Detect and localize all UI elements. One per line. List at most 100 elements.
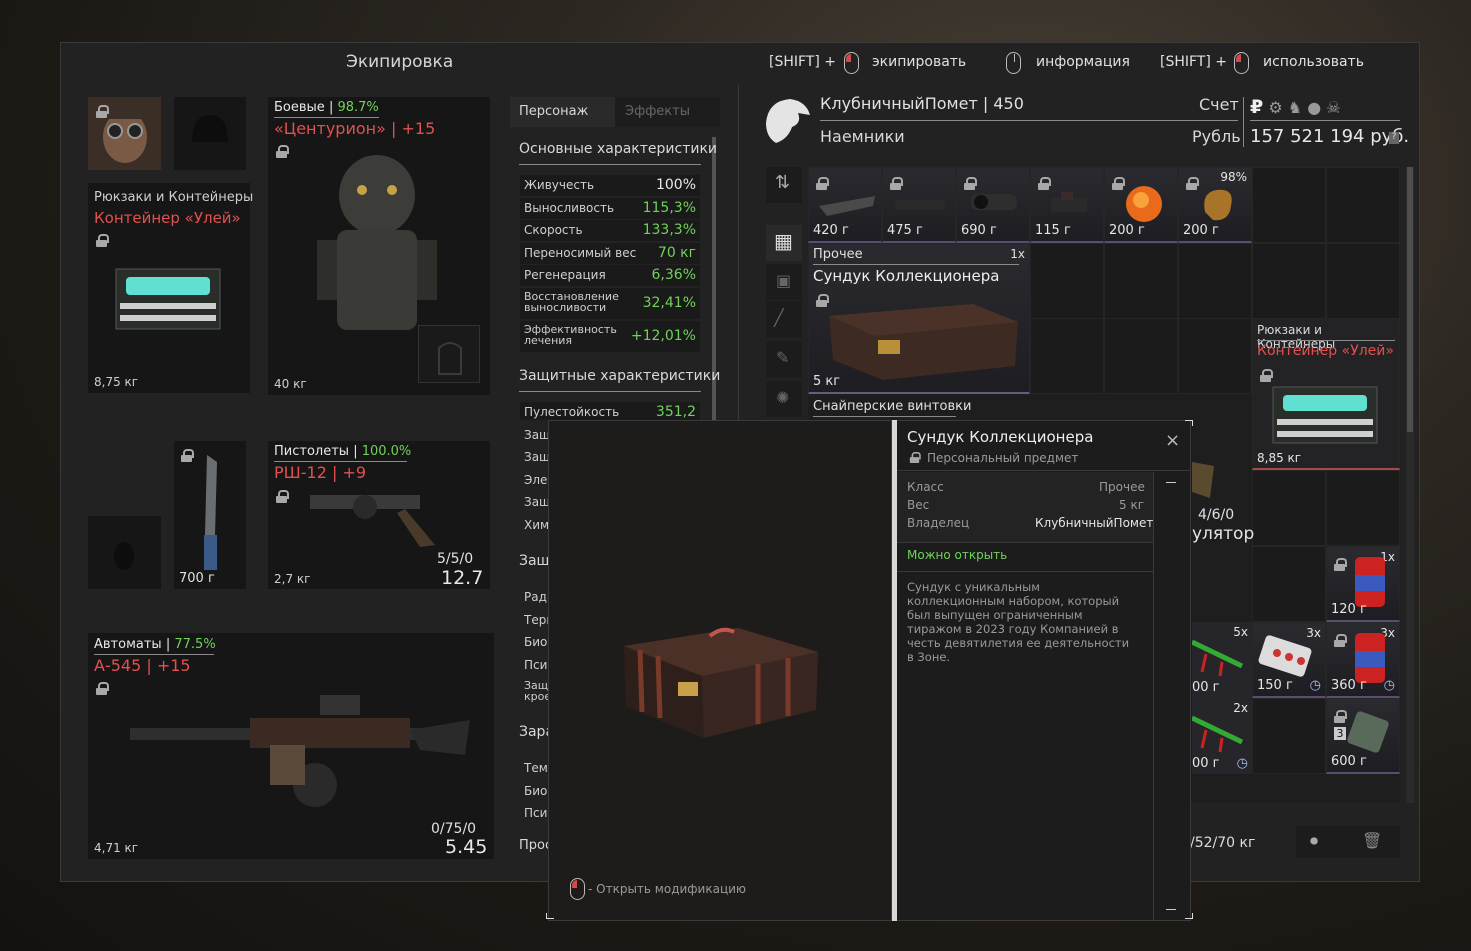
orange-artifact-icon (1126, 186, 1162, 222)
tab-character-label: Персонаж (519, 104, 589, 119)
stash-item[interactable]: 3x ◷ 150 г (1252, 622, 1326, 698)
gear-currency-icon[interactable]: ⚙ (1268, 98, 1282, 117)
grid-cell[interactable] (1252, 546, 1326, 622)
tab-effects[interactable]: Эффекты (615, 97, 720, 127)
stash-item[interactable]: 420 г (808, 167, 882, 243)
stat-name-partial: Защ (524, 428, 551, 442)
stash-item[interactable]: 98% 200 г (1178, 167, 1252, 243)
separator: | (165, 637, 171, 652)
armor-durability: 98.7% (337, 100, 379, 115)
grid-cell[interactable] (1030, 243, 1104, 319)
filter-weapons-button[interactable]: ╱ (766, 301, 802, 337)
tab-character[interactable]: Персонаж (510, 97, 615, 127)
stash-scrollbar-thumb[interactable] (1407, 167, 1413, 432)
divider (519, 391, 701, 392)
grid-cell[interactable] (1326, 167, 1400, 243)
rifle-icon: ╱ (774, 308, 784, 327)
stash-item[interactable]: 3x ◷ 360 г (1326, 622, 1400, 698)
mercenaries-faction-icon (766, 99, 810, 143)
stash-item[interactable]: 5x 00 г (1192, 622, 1252, 698)
window-title: Экипировка (346, 52, 454, 72)
divider (813, 264, 1019, 265)
stat-name: Скорость (524, 223, 583, 237)
help-icon[interactable]: ? (1389, 132, 1399, 144)
armor-container-slot[interactable] (418, 325, 480, 383)
stash-item[interactable]: 475 г (882, 167, 956, 243)
grid-cell[interactable] (1252, 698, 1326, 774)
helmet-icon (192, 115, 228, 142)
stat-row: Выносливость 115,3% (520, 198, 700, 219)
stat-name: Переносимый вес (524, 246, 637, 260)
stats-scrollbar[interactable] (712, 137, 716, 437)
stash-item[interactable]: 690 г (956, 167, 1030, 243)
stat-row: Регенерация 6,36% (520, 265, 700, 286)
filter-mods-button[interactable]: ✎ (766, 341, 802, 377)
mouse-left-icon (570, 878, 585, 900)
container-icon (1272, 386, 1378, 444)
clock-icon: ◷ (1309, 678, 1321, 693)
stash-item[interactable]: 1x 120 г (1326, 546, 1400, 622)
stat-name: Регенерация (524, 268, 606, 282)
tooltip-scrollbar-track[interactable] (1153, 472, 1154, 921)
grid-cell[interactable] (1252, 470, 1326, 546)
separator: | (331, 463, 338, 482)
stash-item[interactable]: 200 г (1104, 167, 1178, 243)
owner-label: Владелец (907, 516, 970, 530)
grid-cell[interactable] (1252, 243, 1326, 319)
item-price: 150 г (1257, 678, 1293, 693)
pistol-caliber: 12.7 (441, 567, 484, 589)
grid-cell[interactable] (1178, 318, 1252, 394)
coin-currency-icon[interactable]: ● (1307, 98, 1321, 117)
stash-item[interactable]: 2x ◷ 00 г (1192, 698, 1252, 774)
stat-row: Пулестойкость 351,2 (520, 402, 700, 420)
stash-item-backpack[interactable]: Рюкзаки и Контейнеры Контейнер «Улей» 8,… (1252, 318, 1400, 470)
grid-cell[interactable] (1030, 318, 1104, 394)
armor-weight: 40 кг (274, 377, 307, 391)
grenade-slot[interactable] (88, 516, 161, 589)
stat-value: 32,41% (642, 295, 696, 311)
trash-button[interactable]: 🗑 (1340, 826, 1400, 858)
filter-armor-button[interactable]: ▣ (766, 264, 802, 300)
item-ammo: 4/6/0 (1198, 507, 1235, 523)
stash-item-partial[interactable]: 4/6/0 улятор (1192, 446, 1254, 546)
lock-icon (1334, 710, 1347, 723)
injector-icon (1192, 715, 1244, 753)
armor-category: Боевые (274, 100, 325, 115)
rifle-upgrade: +15 (156, 656, 191, 675)
sort-button[interactable]: ⇅ (766, 167, 802, 203)
grid-cell[interactable] (1252, 167, 1326, 243)
stat-row: Живучесть 100% (520, 175, 700, 196)
currency-icons: ₽ ⚙ ♞ ● ☠ (1250, 96, 1341, 118)
scroll-marker (1166, 482, 1176, 483)
boot-currency-icon[interactable]: ♞ (1288, 98, 1302, 117)
armor-upgrade: +15 (401, 119, 436, 138)
weight-button[interactable]: ⏺ (1296, 826, 1340, 858)
skull-currency-icon[interactable]: ☠ (1326, 98, 1340, 117)
pills-icon (1258, 635, 1312, 677)
section-title-partial: Защ (519, 553, 550, 569)
grid-cell[interactable] (1104, 318, 1178, 394)
mouse-right-icon (1234, 52, 1249, 74)
ruble-icon[interactable]: ₽ (1250, 96, 1263, 118)
close-icon[interactable]: × (1165, 430, 1180, 451)
stat-value: 133,3% (642, 222, 696, 238)
divider (274, 461, 407, 462)
stash-scrollbar-track[interactable] (1406, 167, 1414, 803)
divider (519, 164, 701, 165)
stash-item[interactable]: 3 600 г (1326, 698, 1400, 774)
grid-cell[interactable] (1104, 243, 1178, 319)
grid-cell[interactable] (1326, 243, 1400, 319)
tooltip-subtitle: Персональный предмет (927, 451, 1079, 465)
grid-cell[interactable] (1178, 243, 1252, 319)
artifact-icon: ✺ (776, 388, 790, 407)
item-price: 00 г (1192, 756, 1220, 771)
filter-all-button[interactable]: ▦ (766, 225, 802, 261)
grid-cell[interactable] (1326, 470, 1400, 546)
stat-value: 115,3% (642, 200, 696, 216)
stash-item[interactable]: 115 г (1030, 167, 1104, 243)
helmet-slot[interactable] (174, 97, 246, 170)
filter-artifacts-button[interactable]: ✺ (766, 381, 802, 417)
stash-item-chest[interactable]: Прочее 1x Сундук Коллекционера 5 кг (808, 243, 1030, 394)
item-weight: 5 кг (813, 374, 841, 389)
item-price: 00 г (1192, 680, 1220, 695)
